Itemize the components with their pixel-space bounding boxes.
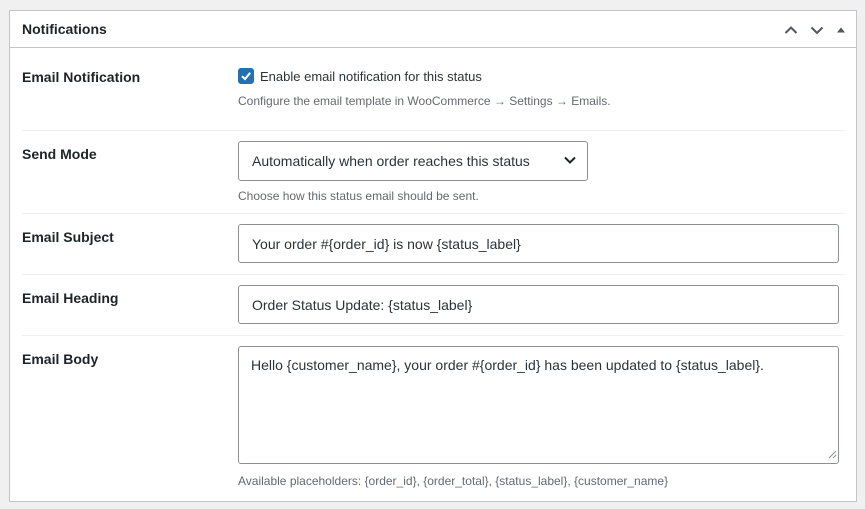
email-body-description: Available placeholders: {order_id}, {ord… [238,474,669,488]
send-mode-row: Send Mode Automatically when order reach… [22,131,844,214]
email-notification-checkbox-label[interactable]: Enable email notification for this statu… [260,69,482,84]
email-body-row: Email Body Hello {customer_name}, your o… [22,336,844,502]
email-subject-field: Your order #{order_id} is now {status_la… [238,214,844,274]
email-subject-row: Email Subject Your order #{order_id} is … [22,214,844,275]
email-notification-field: Enable email notification for this statu… [238,48,844,130]
email-body-textarea[interactable]: Hello {customer_name}, your order #{orde… [238,346,839,464]
panel-title: Notifications [22,21,107,37]
email-heading-row: Email Heading Order Status Update: {stat… [22,275,844,336]
email-notification-checkbox-line: Enable email notification for this statu… [238,68,844,84]
notifications-panel: Notifications Email Notification Enable … [9,10,857,502]
move-down-button[interactable] [804,12,830,48]
email-subject-input[interactable]: Your order #{order_id} is now {status_la… [238,224,839,263]
email-heading-field: Order Status Update: {status_label} [238,275,844,335]
send-mode-selected-value: Automatically when order reaches this st… [252,153,530,169]
panel-handle-actions [778,11,852,48]
email-body-label: Email Body [22,351,99,367]
send-mode-field: Automatically when order reaches this st… [238,131,844,213]
chevron-down-icon [809,22,825,38]
chevron-up-icon [783,22,799,38]
email-notification-label: Email Notification [22,69,141,85]
send-mode-select[interactable]: Automatically when order reaches this st… [238,141,588,181]
email-notification-checkbox[interactable] [238,68,254,84]
panel-header: Notifications [10,11,856,48]
resize-grip-icon[interactable] [828,446,837,462]
panel-body: Email Notification Enable email notifica… [10,48,856,502]
caret-up-icon [836,25,846,35]
email-subject-label: Email Subject [22,229,114,245]
email-notification-description: Configure the email template in WooComme… [238,94,611,108]
send-mode-label: Send Mode [22,146,97,162]
toggle-panel-button[interactable] [830,12,852,48]
email-body-field: Hello {customer_name}, your order #{orde… [238,336,844,502]
email-body-text: Hello {customer_name}, your order #{orde… [251,357,764,373]
move-up-button[interactable] [778,12,804,48]
send-mode-description: Choose how this status email should be s… [238,189,479,203]
chevron-down-icon [563,153,577,170]
email-notification-row: Email Notification Enable email notifica… [22,48,844,131]
email-heading-input[interactable]: Order Status Update: {status_label} [238,285,839,324]
email-heading-label: Email Heading [22,290,119,306]
checkmark-icon [241,72,251,81]
